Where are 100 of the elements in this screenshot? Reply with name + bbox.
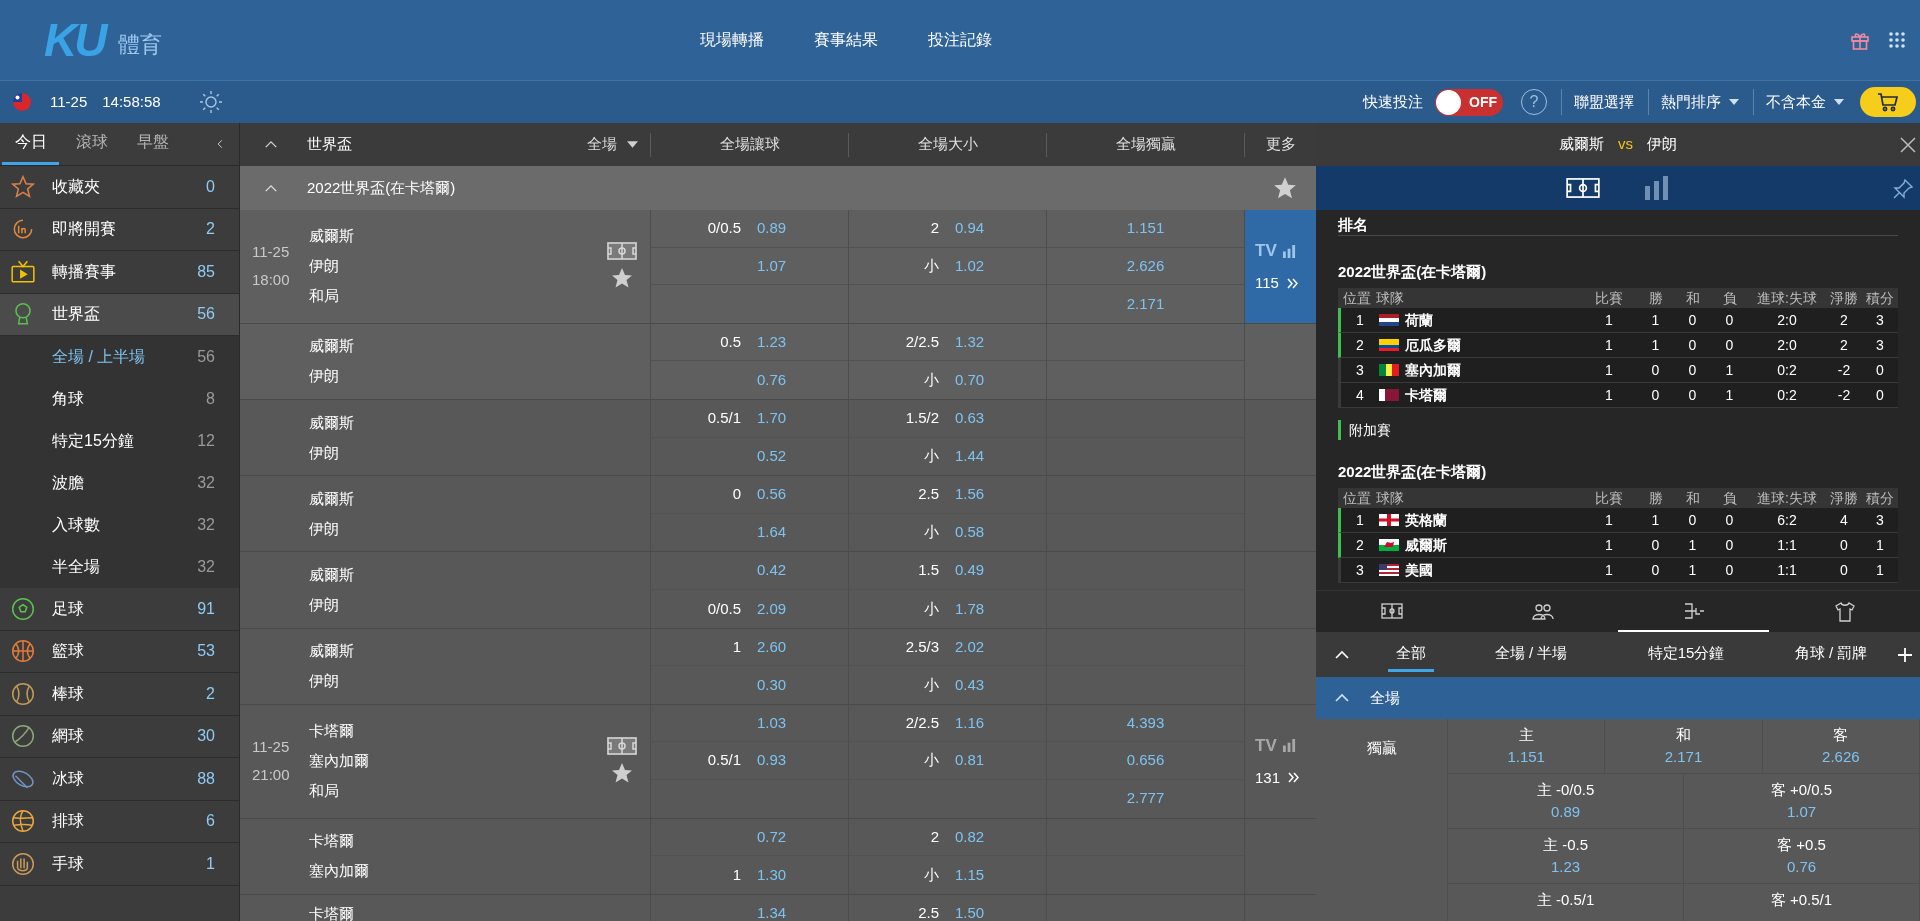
odds-value[interactable]: 0.94 (955, 219, 985, 237)
odds-value[interactable]: 2.60 (757, 637, 787, 655)
sidebar-subitem[interactable]: 全場 / 上半場 56 (0, 336, 239, 378)
odds-button[interactable]: 客 +0.5 0.76 (1684, 829, 1920, 883)
line-value: 2.5 (918, 904, 939, 921)
odds-value[interactable]: 0.56 (757, 485, 787, 503)
odds-value[interactable]: 0.58 (955, 523, 985, 541)
section-header[interactable]: 全場 (1316, 677, 1920, 719)
odds-value[interactable]: 1.50 (955, 904, 985, 921)
odds-button[interactable]: 主 -0/0.5 0.89 (1448, 774, 1684, 828)
odds-value[interactable]: 1.56 (955, 485, 985, 503)
nav-link[interactable]: 賽事結果 (814, 28, 878, 52)
period-dropdown[interactable]: 全場 (587, 133, 638, 156)
baseball-icon (10, 680, 36, 707)
star-icon[interactable] (610, 761, 634, 786)
odds-value[interactable]: 0.76 (757, 370, 787, 388)
sidebar-tab[interactable]: 早盤 (124, 123, 181, 165)
odds-value[interactable]: 1.44 (955, 447, 985, 465)
odds-value[interactable]: 0.656 (1126, 749, 1165, 772)
odds-button[interactable]: 客 2.626 (1762, 719, 1920, 773)
star-icon[interactable] (610, 266, 634, 291)
menu-dropdown[interactable]: 聯盟選擇 (1574, 90, 1634, 114)
nav-link[interactable]: 現場轉播 (700, 28, 764, 52)
odds-value[interactable]: 4.393 (1126, 711, 1165, 735)
odds-value[interactable]: 0.81 (955, 751, 985, 769)
team-name: 伊朗 (309, 671, 340, 692)
odds-button[interactable]: 和 2.171 (1605, 719, 1763, 773)
nav-link[interactable]: 投注記錄 (928, 28, 992, 52)
filter-tab[interactable]: 角球 / 罰牌 (1786, 637, 1876, 672)
odds-value[interactable]: 0.93 (757, 751, 787, 769)
odds-value[interactable]: 2.09 (757, 599, 787, 617)
odds-button[interactable]: 客 +0.5/1 (1684, 884, 1920, 921)
table-cell-text: 1 (1604, 310, 1614, 330)
filter-tab[interactable]: 全部 (1388, 637, 1434, 672)
odds-value[interactable]: 1.03 (757, 713, 787, 731)
cart-button[interactable] (1860, 87, 1916, 117)
sidebar-subitem[interactable]: 波膽 32 (0, 462, 239, 504)
volleyball-icon (10, 808, 36, 835)
gift-icon[interactable] (1850, 30, 1870, 50)
odds-value[interactable]: 1.16 (955, 713, 985, 731)
odds-value[interactable]: 1.78 (955, 599, 985, 617)
odds-button[interactable]: 主 -0.5/1 (1448, 884, 1684, 921)
sun-icon[interactable] (198, 90, 223, 114)
more-markets-panel[interactable]: TV 115 (1244, 210, 1316, 323)
collapse-icon[interactable] (1334, 693, 1350, 703)
collapse-icon[interactable] (264, 140, 278, 149)
sidebar-subitem[interactable]: 角球 8 (0, 378, 239, 420)
flag-icon (1379, 389, 1399, 401)
odds-value[interactable]: 2.777 (1126, 787, 1165, 810)
odds-value[interactable]: 0.42 (757, 561, 787, 579)
odds-value[interactable]: 1.64 (757, 523, 787, 541)
plus-icon[interactable] (1898, 647, 1912, 662)
sidebar-item[interactable]: 世界盃 56 (0, 293, 239, 336)
bar-chart-icon[interactable] (1644, 176, 1670, 200)
odds-value[interactable]: 0.82 (955, 827, 985, 845)
odds-value[interactable]: 0.70 (955, 370, 985, 388)
pitch-icon[interactable] (607, 737, 637, 756)
menu-dropdown[interactable]: 熱門排序 (1661, 90, 1739, 114)
match-time: 21:00 (252, 765, 291, 786)
menu-dropdown[interactable]: 不含本金 (1766, 90, 1844, 114)
team-name: 威爾斯 (309, 412, 355, 433)
odds-value[interactable]: 2.171 (1126, 292, 1165, 316)
apps-grid-icon[interactable] (1888, 31, 1906, 49)
pitch-view-icon[interactable] (1566, 176, 1600, 200)
clock-text: 14:58:58 (102, 91, 161, 112)
odds-value[interactable]: 1.70 (757, 409, 787, 427)
sidebar-subitem[interactable]: 半全場 32 (0, 546, 239, 588)
close-icon[interactable] (1900, 137, 1916, 153)
sidebar-subitem[interactable]: 特定15分鐘 12 (0, 420, 239, 462)
odds-value[interactable]: 0.89 (757, 219, 787, 237)
odds-value[interactable]: 0.63 (955, 409, 985, 427)
odds-value[interactable]: 0.49 (955, 561, 985, 579)
odds-value[interactable]: 0.43 (955, 675, 985, 693)
table-cell-text: 0 (1650, 385, 1661, 405)
star-icon[interactable] (1272, 175, 1298, 201)
sidebar-tab[interactable]: 滾球 (63, 123, 120, 165)
odds-value[interactable]: 1.23 (757, 332, 787, 350)
quick-bet-toggle[interactable]: OFF (1435, 88, 1503, 116)
pin-icon[interactable] (1892, 178, 1914, 200)
table-cell-text: 0 (1724, 335, 1735, 355)
odds-button[interactable]: 客 +0/0.5 1.07 (1684, 774, 1920, 828)
filter-tab[interactable]: 特定15分鐘 (1639, 637, 1733, 672)
line-value: 小 (924, 523, 939, 541)
sidebar-subitem[interactable]: 入球數 32 (0, 504, 239, 546)
odds-value[interactable]: 0.52 (757, 447, 787, 465)
pitch-icon[interactable] (607, 242, 637, 261)
odds-value[interactable]: 1.34 (757, 904, 787, 921)
odds-value[interactable]: 1.151 (1126, 217, 1165, 240)
odds-value[interactable]: 2.02 (955, 637, 985, 655)
odds-value[interactable]: 0.30 (757, 675, 787, 693)
odds-value[interactable]: 1.32 (955, 332, 985, 350)
odds-value[interactable]: 0.72 (757, 827, 787, 845)
filter-tab[interactable]: 全場 / 半場 (1486, 637, 1576, 672)
odds-button[interactable]: 主 -0.5 1.23 (1448, 829, 1684, 883)
odds-value[interactable]: 1.15 (955, 865, 985, 883)
odds-value[interactable]: 1.02 (955, 256, 985, 274)
odds-value[interactable]: 2.626 (1126, 254, 1165, 278)
odds-value[interactable]: 1.30 (757, 865, 787, 883)
odds-button[interactable]: 主 1.151 (1448, 719, 1606, 773)
odds-value[interactable]: 1.07 (757, 256, 787, 274)
